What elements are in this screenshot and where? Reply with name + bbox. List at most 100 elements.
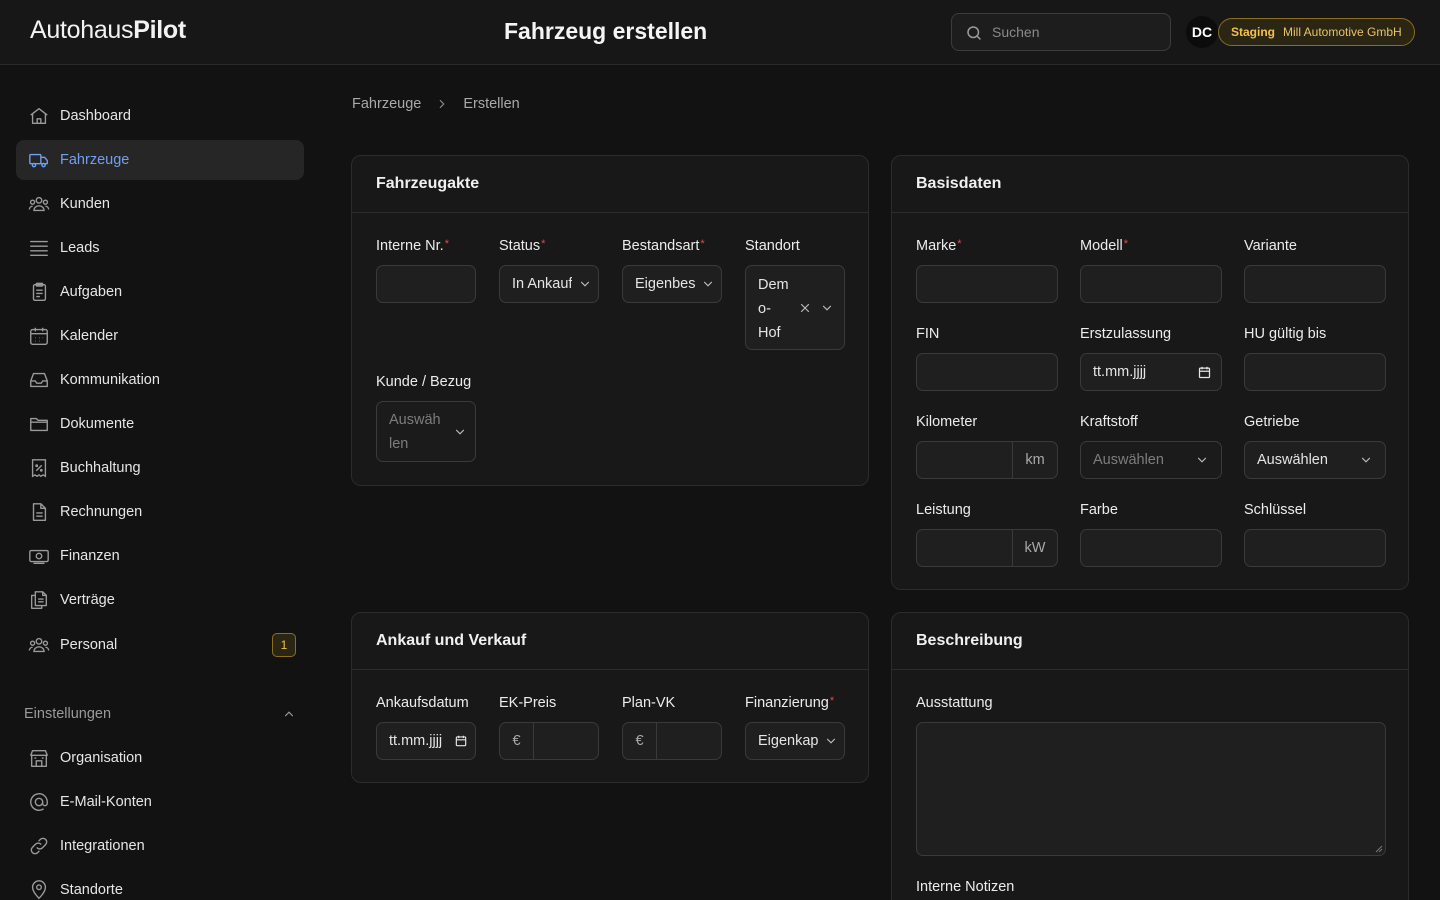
map-pin-icon	[31, 880, 47, 900]
bestandsart-select[interactable]: Eigenbestand	[622, 265, 722, 303]
kraftstoff-select[interactable]: Auswählen	[1080, 441, 1222, 479]
chevron-down-icon	[580, 281, 590, 287]
sidebar-item-label: Kommunikation	[60, 372, 160, 388]
hu-input[interactable]	[1244, 353, 1386, 391]
calendar-icon[interactable]	[1197, 365, 1212, 380]
sidebar-item-organisation[interactable]: Organisation	[16, 738, 304, 778]
sidebar-item-kommunikation[interactable]: Kommunikation	[16, 360, 304, 400]
sidebar-item-email-konten[interactable]: E-Mail-Konten	[16, 782, 304, 822]
erstzulassung-label: Erstzulassung	[1080, 326, 1172, 342]
user-avatar[interactable]: DC	[1186, 16, 1218, 48]
building-icon	[30, 749, 48, 767]
sidebar-item-integrationen[interactable]: Integrationen	[16, 826, 304, 866]
search-box[interactable]	[951, 13, 1171, 51]
sidebar-item-label: Dashboard	[60, 108, 131, 124]
at-icon	[30, 793, 48, 811]
sidebar-item-label: Leads	[60, 240, 100, 256]
basisdaten-card: Basisdaten Marke* Modell* Variante FIN E…	[891, 155, 1409, 590]
ek-preis-input[interactable]: €	[499, 722, 599, 760]
interne-nr-input[interactable]	[376, 265, 476, 303]
sidebar-item-label: Integrationen	[60, 838, 145, 854]
clear-icon[interactable]	[798, 301, 812, 315]
plan-vk-label: Plan-VK	[622, 695, 676, 711]
environment-badge[interactable]: Staging Mill Automotive GmbH	[1218, 18, 1415, 46]
document-icon	[32, 503, 47, 521]
calendar-icon[interactable]	[454, 734, 468, 748]
sidebar-item-label: Dokumente	[60, 416, 135, 432]
currency-prefix: €	[500, 723, 534, 759]
leistung-input[interactable]: kW	[916, 529, 1058, 567]
link-icon	[30, 837, 48, 855]
sidebar-item-standorte[interactable]: Standorte	[16, 870, 304, 900]
beschreibung-card: Beschreibung Ausstattung Interne Notizen	[891, 612, 1409, 900]
sidebar-item-label: Aufgaben	[60, 284, 123, 300]
sidebar-item-aufgaben[interactable]: Aufgaben	[16, 272, 304, 312]
search-input[interactable]	[992, 14, 1162, 50]
users-icon	[28, 637, 50, 653]
breadcrumb-parent[interactable]: Fahrzeuge	[352, 96, 421, 112]
getriebe-label: Getriebe	[1244, 414, 1300, 430]
status-select[interactable]: In Ankauf	[499, 265, 599, 303]
inbox-icon	[30, 372, 48, 388]
schluessel-input[interactable]	[1244, 529, 1386, 567]
interne-notizen-label: Interne Notizen	[916, 879, 1015, 895]
sidebar-item-label: Personal	[60, 637, 118, 653]
marke-input[interactable]	[916, 265, 1058, 303]
plan-vk-input[interactable]: €	[622, 722, 722, 760]
sidebar-item-dashboard[interactable]: Dashboard	[16, 96, 304, 136]
leistung-label: Leistung	[916, 502, 971, 518]
fin-label: FIN	[916, 326, 940, 342]
sidebar-item-label: Verträge	[60, 592, 115, 608]
fin-input[interactable]	[916, 353, 1058, 391]
marke-label: Marke*	[916, 238, 962, 254]
chevron-down-icon	[703, 281, 713, 287]
settings-section-toggle[interactable]: Einstellungen	[24, 703, 296, 725]
sidebar-item-label: Kunden	[60, 196, 110, 212]
sidebar-item-buchhaltung[interactable]: Buchhaltung	[16, 448, 304, 488]
fahrzeugakte-card: Fahrzeugakte Interne Nr.* Status* In Ank…	[351, 155, 869, 486]
sidebar-item-vertraege[interactable]: Verträge	[16, 580, 304, 620]
sidebar-item-label: Standorte	[60, 882, 123, 898]
unit-suffix: km	[1012, 442, 1057, 478]
ankaufsdatum-date-input[interactable]: tt.mm.jjjj	[376, 722, 476, 760]
modell-input[interactable]	[1080, 265, 1222, 303]
sidebar-item-leads[interactable]: Leads	[16, 228, 304, 268]
receipt-percent-icon	[31, 459, 47, 478]
kunde-bezug-label: Kunde / Bezug	[376, 374, 472, 390]
notification-badge: 1	[272, 633, 296, 657]
variante-input[interactable]	[1244, 265, 1386, 303]
sidebar-item-kunden[interactable]: Kunden	[16, 184, 304, 224]
kilometer-label: Kilometer	[916, 414, 978, 430]
erstzulassung-date-input[interactable]: tt.mm.jjjj	[1080, 353, 1222, 391]
finanzierung-select[interactable]: Eigenkapital	[745, 722, 845, 760]
ausstattung-label: Ausstattung	[916, 695, 993, 711]
sidebar-item-kalender[interactable]: Kalender	[16, 316, 304, 356]
currency-prefix: €	[623, 723, 657, 759]
sidebar-item-dokumente[interactable]: Dokumente	[16, 404, 304, 444]
sidebar-item-personal[interactable]: Personal 1	[16, 625, 304, 665]
finanzierung-label: Finanzierung*	[745, 695, 835, 711]
clipboard-icon	[32, 282, 47, 301]
resize-handle-icon[interactable]	[1373, 843, 1383, 853]
chevron-up-icon	[284, 711, 294, 717]
top-bar: AutohausPilot Fahrzeug erstellen DC Stag…	[0, 0, 1440, 65]
ausstattung-textarea[interactable]	[916, 722, 1386, 856]
chevron-down-icon	[455, 429, 465, 435]
chevron-right-icon	[439, 99, 445, 109]
app-logo[interactable]: AutohausPilot	[30, 16, 186, 45]
sidebar-item-fahrzeuge[interactable]: Fahrzeuge	[16, 140, 304, 180]
ek-preis-label: EK-Preis	[499, 695, 557, 711]
kunde-bezug-select[interactable]: Auswäh len	[376, 401, 476, 462]
interne-nr-label: Interne Nr.*	[376, 238, 449, 254]
farbe-input[interactable]	[1080, 529, 1222, 567]
standort-select[interactable]: Dem o- Hof	[745, 265, 845, 350]
sidebar-item-rechnungen[interactable]: Rechnungen	[16, 492, 304, 532]
farbe-label: Farbe	[1080, 502, 1118, 518]
unit-suffix: kW	[1012, 530, 1057, 566]
kilometer-input[interactable]: km	[916, 441, 1058, 479]
sidebar-item-finanzen[interactable]: Finanzen	[16, 536, 304, 576]
chevron-down-icon	[822, 305, 832, 311]
getriebe-select[interactable]: Auswählen	[1244, 441, 1386, 479]
home-icon	[30, 107, 48, 125]
hu-label: HU gültig bis	[1244, 326, 1327, 342]
